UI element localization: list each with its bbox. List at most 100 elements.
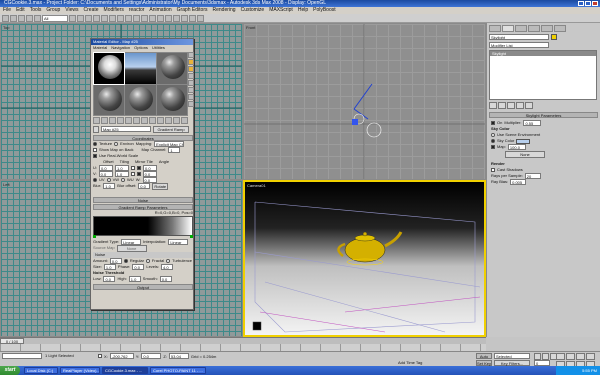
map-none-button[interactable]: None bbox=[505, 151, 545, 158]
sample-slot[interactable] bbox=[92, 52, 126, 85]
regular-radio[interactable] bbox=[123, 259, 128, 263]
sample-slot[interactable] bbox=[125, 84, 156, 115]
sample-slot[interactable] bbox=[156, 84, 187, 115]
remove-modifier-icon[interactable] bbox=[516, 102, 524, 109]
zoom-all-icon[interactable] bbox=[566, 353, 575, 360]
source-map-button[interactable]: None bbox=[116, 244, 147, 252]
undo-icon[interactable] bbox=[2, 15, 9, 22]
mirror-icon[interactable] bbox=[133, 15, 140, 22]
v-mirror-checkbox[interactable] bbox=[130, 172, 135, 176]
modifier-stack[interactable]: Skylight bbox=[489, 50, 597, 100]
material-menu-utilities[interactable]: Utilities bbox=[152, 45, 165, 50]
menu-item-create[interactable]: Create bbox=[84, 7, 99, 13]
background-icon[interactable] bbox=[188, 66, 194, 72]
uv-radio[interactable] bbox=[93, 178, 97, 182]
show-end-result-icon[interactable] bbox=[498, 102, 506, 109]
rotate-icon[interactable] bbox=[101, 15, 108, 22]
menu-item-tools[interactable]: Tools bbox=[30, 7, 42, 13]
menu-item-help[interactable]: Help bbox=[298, 7, 308, 13]
material-menu-navigation[interactable]: Navigation bbox=[111, 45, 130, 50]
sample-type-icon[interactable] bbox=[188, 52, 194, 58]
menu-item-maxscript[interactable]: MAXScript bbox=[269, 7, 293, 13]
levels-field[interactable]: 4.0 bbox=[161, 264, 174, 270]
unlink-icon[interactable] bbox=[26, 15, 33, 22]
menu-item-rendering[interactable]: Rendering bbox=[213, 7, 236, 13]
texture-radio[interactable] bbox=[93, 142, 97, 146]
reset-map-icon[interactable] bbox=[117, 117, 124, 124]
go-forward-sibling-icon[interactable] bbox=[181, 117, 188, 124]
make-unique-icon[interactable] bbox=[133, 117, 140, 124]
sample-slot[interactable] bbox=[94, 84, 125, 115]
select-object-icon[interactable] bbox=[69, 15, 76, 22]
maxscript-listener[interactable] bbox=[2, 353, 42, 359]
menu-item-group[interactable]: Group bbox=[46, 7, 60, 13]
angle-snap-icon[interactable] bbox=[125, 15, 132, 22]
make-unique-icon[interactable] bbox=[507, 102, 515, 109]
noise-rollout-header[interactable]: Noise bbox=[93, 197, 193, 203]
select-by-material-icon[interactable] bbox=[188, 101, 194, 107]
video-color-check-icon[interactable] bbox=[188, 80, 194, 86]
map-name-field[interactable]: Map #25 bbox=[101, 126, 151, 132]
backlight-icon[interactable] bbox=[188, 59, 194, 65]
high-field[interactable]: 1.0 bbox=[128, 276, 141, 282]
material-editor-icon[interactable] bbox=[173, 15, 180, 22]
environ-radio[interactable] bbox=[114, 142, 119, 146]
create-tab-icon[interactable] bbox=[489, 25, 501, 32]
menu-item-graph-editors[interactable]: Graph Editors bbox=[177, 7, 208, 13]
output-rollout-header[interactable]: Output bbox=[93, 284, 193, 290]
gradient-ramp-bar[interactable] bbox=[93, 216, 193, 238]
start-button[interactable]: start bbox=[0, 366, 20, 375]
previous-frame-icon[interactable] bbox=[542, 353, 549, 360]
motion-tab-icon[interactable] bbox=[528, 25, 540, 32]
modify-tab-icon[interactable] bbox=[502, 25, 514, 32]
taskbar-item[interactable]: Corel PHOTO-PAINT 11 - ... bbox=[150, 367, 206, 374]
v-tile-checkbox[interactable] bbox=[136, 172, 141, 176]
multiplier-field[interactable]: 0.55 bbox=[523, 120, 542, 126]
taskbar-item[interactable]: Local Disk (C:) bbox=[24, 367, 58, 374]
u-mirror-checkbox[interactable] bbox=[131, 166, 135, 170]
align-icon[interactable] bbox=[141, 15, 148, 22]
flag-marker-icon[interactable] bbox=[190, 235, 193, 238]
maximize-button[interactable] bbox=[585, 1, 591, 6]
rotate-button[interactable]: Rotate bbox=[152, 182, 169, 190]
modifier-list-dropdown[interactable]: Modifier List bbox=[489, 42, 549, 48]
map-amount-field[interactable]: 100.0 bbox=[507, 144, 526, 150]
minimize-button[interactable] bbox=[578, 1, 584, 6]
viewport-label[interactable]: Left bbox=[3, 182, 10, 187]
taskbar-item[interactable]: CGCookie.3.max - ... bbox=[102, 367, 148, 374]
blur-offset-field[interactable]: 0.0 bbox=[138, 183, 151, 189]
menu-item-reactor[interactable]: reactor bbox=[129, 7, 145, 13]
put-to-library-icon[interactable] bbox=[141, 117, 148, 124]
put-to-scene-icon[interactable] bbox=[101, 117, 108, 124]
smooth-field[interactable]: 0.0 bbox=[159, 276, 172, 282]
zoom-icon[interactable] bbox=[556, 353, 565, 360]
go-to-start-icon[interactable] bbox=[534, 353, 541, 360]
material-menu-material[interactable]: Material bbox=[93, 45, 107, 50]
phase-field[interactable]: 0.0 bbox=[132, 264, 145, 270]
use-scene-env-radio[interactable] bbox=[491, 133, 495, 137]
key-filter-dropdown[interactable]: Selected bbox=[494, 353, 530, 359]
use-real-world-checkbox[interactable] bbox=[93, 154, 97, 158]
menu-item-modifiers[interactable]: Modifiers bbox=[104, 7, 124, 13]
bind-space-warp-icon[interactable] bbox=[34, 15, 41, 22]
layer-manager-icon[interactable] bbox=[149, 15, 156, 22]
hierarchy-tab-icon[interactable] bbox=[515, 25, 527, 32]
options-icon[interactable] bbox=[188, 94, 194, 100]
vw-radio[interactable] bbox=[106, 178, 111, 182]
x-coordinate-field[interactable]: -200.762 bbox=[109, 353, 134, 359]
map-channel-field[interactable]: 1 bbox=[168, 147, 181, 153]
viewport-front[interactable]: Front bbox=[243, 23, 486, 180]
pick-material-icon[interactable] bbox=[93, 126, 99, 133]
menu-item-polyboost[interactable]: PolyBoost bbox=[313, 7, 336, 13]
make-preview-icon[interactable] bbox=[188, 87, 194, 93]
time-slider[interactable]: 0 / 100 bbox=[0, 337, 486, 344]
add-time-tag[interactable]: Add Time Tag bbox=[398, 360, 422, 365]
pin-stack-icon[interactable] bbox=[489, 102, 497, 109]
taskbar-item[interactable]: RealPlayer (Video)... bbox=[60, 367, 100, 374]
uv-tiling-icon[interactable] bbox=[188, 73, 194, 79]
copy-material-icon[interactable] bbox=[125, 117, 132, 124]
link-icon[interactable] bbox=[18, 15, 25, 22]
material-menu-options[interactable]: Options bbox=[134, 45, 148, 50]
schematic-view-icon[interactable] bbox=[165, 15, 172, 22]
lock-selection-icon[interactable] bbox=[98, 354, 102, 358]
